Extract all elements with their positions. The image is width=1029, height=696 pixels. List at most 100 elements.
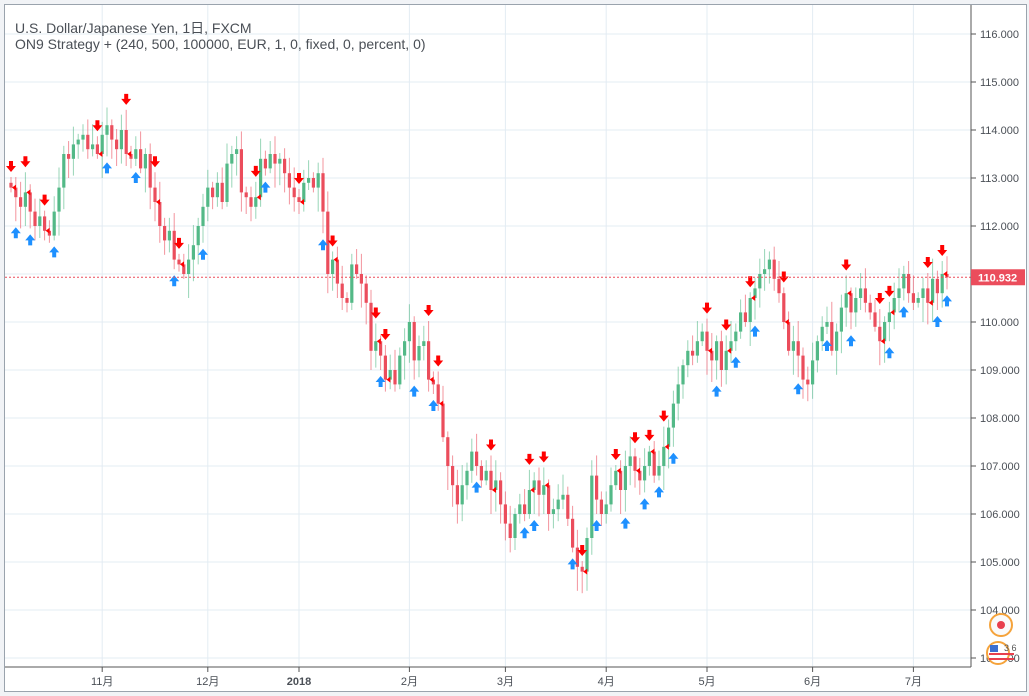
candle-up [916,298,920,303]
candle-up [76,139,80,145]
candle-up [887,312,891,322]
sell-arrow-icon [121,93,132,105]
candle-up [931,278,935,303]
candle-down [211,187,215,198]
price-tick-label: 109.000 [980,365,1020,377]
price-tick-label: 112.000 [980,221,1019,233]
buy-arrow-icon [846,335,856,347]
candle-down [172,230,176,260]
buy-arrow-icon [519,527,530,539]
candle-up [316,173,320,188]
candle-down [364,283,368,303]
candle-down [508,523,512,538]
strategy-signals [6,93,952,575]
sell-arrow-icon [380,329,391,341]
candle-down [139,149,143,169]
buy-arrow-icon [198,248,208,260]
candle-up [259,158,263,198]
candle-down [177,259,181,265]
candle-down [547,485,551,514]
candle-down [523,504,527,514]
candle-down [633,456,637,471]
candle-down [619,470,623,490]
candle-down [935,278,939,294]
candle-up [614,470,618,486]
candle-up [585,538,589,572]
candle-down [691,350,695,356]
candle-down [9,182,13,188]
candle-down [571,518,575,548]
candle-up [215,182,219,198]
price-tick-label: 110.000 [980,317,1019,329]
price-axis[interactable]: 116.000115.000114.000113.000112.000111.0… [971,29,1020,665]
candle-down [283,158,287,174]
candle-up [191,245,195,260]
sell-arrow-icon [922,257,933,269]
candle-down [801,355,805,380]
candle-up [695,341,699,356]
candle-up [302,182,306,202]
candle-up [167,230,171,241]
candle-up [825,322,829,327]
buy-arrow-icon [529,520,540,531]
candle-up [662,446,666,466]
candle-up [235,149,239,154]
candle-up [518,504,522,514]
candle-up [739,312,743,332]
candle-down [580,566,584,572]
strategy-title[interactable]: ON9 Strategy + (240, 500, 100000, EUR, 1… [15,36,426,52]
candle-up [667,427,671,447]
time-tick-label: 4月 [598,676,615,688]
sell-arrow-icon [20,156,31,168]
japan-flag-icon[interactable] [989,613,1013,637]
candle-down [355,264,359,274]
candle-down [393,370,397,385]
candle-up [470,451,474,471]
candle-up [52,211,56,236]
candle-down [340,283,344,298]
sell-arrow-icon [937,245,948,257]
candle-up [859,288,863,298]
candle-down [873,312,877,327]
candle-down [566,494,570,519]
price-tick-label: 116.000 [980,29,1019,41]
candle-up [767,259,771,270]
candle-up [407,322,411,342]
svg-text:110.932: 110.932 [978,272,1017,284]
buy-arrow-icon [942,295,952,307]
candle-up [422,341,426,346]
candle-down [28,192,32,212]
symbol-title[interactable]: U.S. Dollar/Japanese Yen, 1日, FXCM [15,18,252,38]
price-chart[interactable]: 116.000115.000114.000113.000112.000111.0… [5,5,1026,691]
candle-down [782,293,786,322]
candle-up [883,322,887,342]
candle-down [446,437,450,466]
candles [9,107,949,594]
sell-arrow-icon [702,302,712,314]
candle-down [705,331,709,351]
candle-up [609,485,613,505]
time-axis[interactable]: 11月 12月 2018 2月 3月 4月 5月 6月 7月 [91,667,922,688]
candle-down [926,288,930,303]
event-badges[interactable]: 3 6 [984,613,1018,673]
candle-up [307,178,311,183]
candle-down [33,211,37,226]
candle-up [91,144,95,150]
candle-down [95,144,99,154]
candle-up [820,326,824,342]
candle-up [686,350,690,366]
candle-down [239,149,243,193]
candle-up [657,466,661,476]
candle-up [225,163,229,202]
buy-arrow-icon [793,383,804,395]
candle-down [220,182,224,202]
candle-down [652,451,656,476]
candle-up [268,154,272,169]
candle-up [513,514,517,538]
candle-up [715,341,719,361]
candle-up [484,470,488,481]
candle-up [201,206,205,226]
sell-arrow-icon [294,173,304,185]
time-tick-label: 7月 [905,676,922,688]
candle-up [844,293,848,308]
